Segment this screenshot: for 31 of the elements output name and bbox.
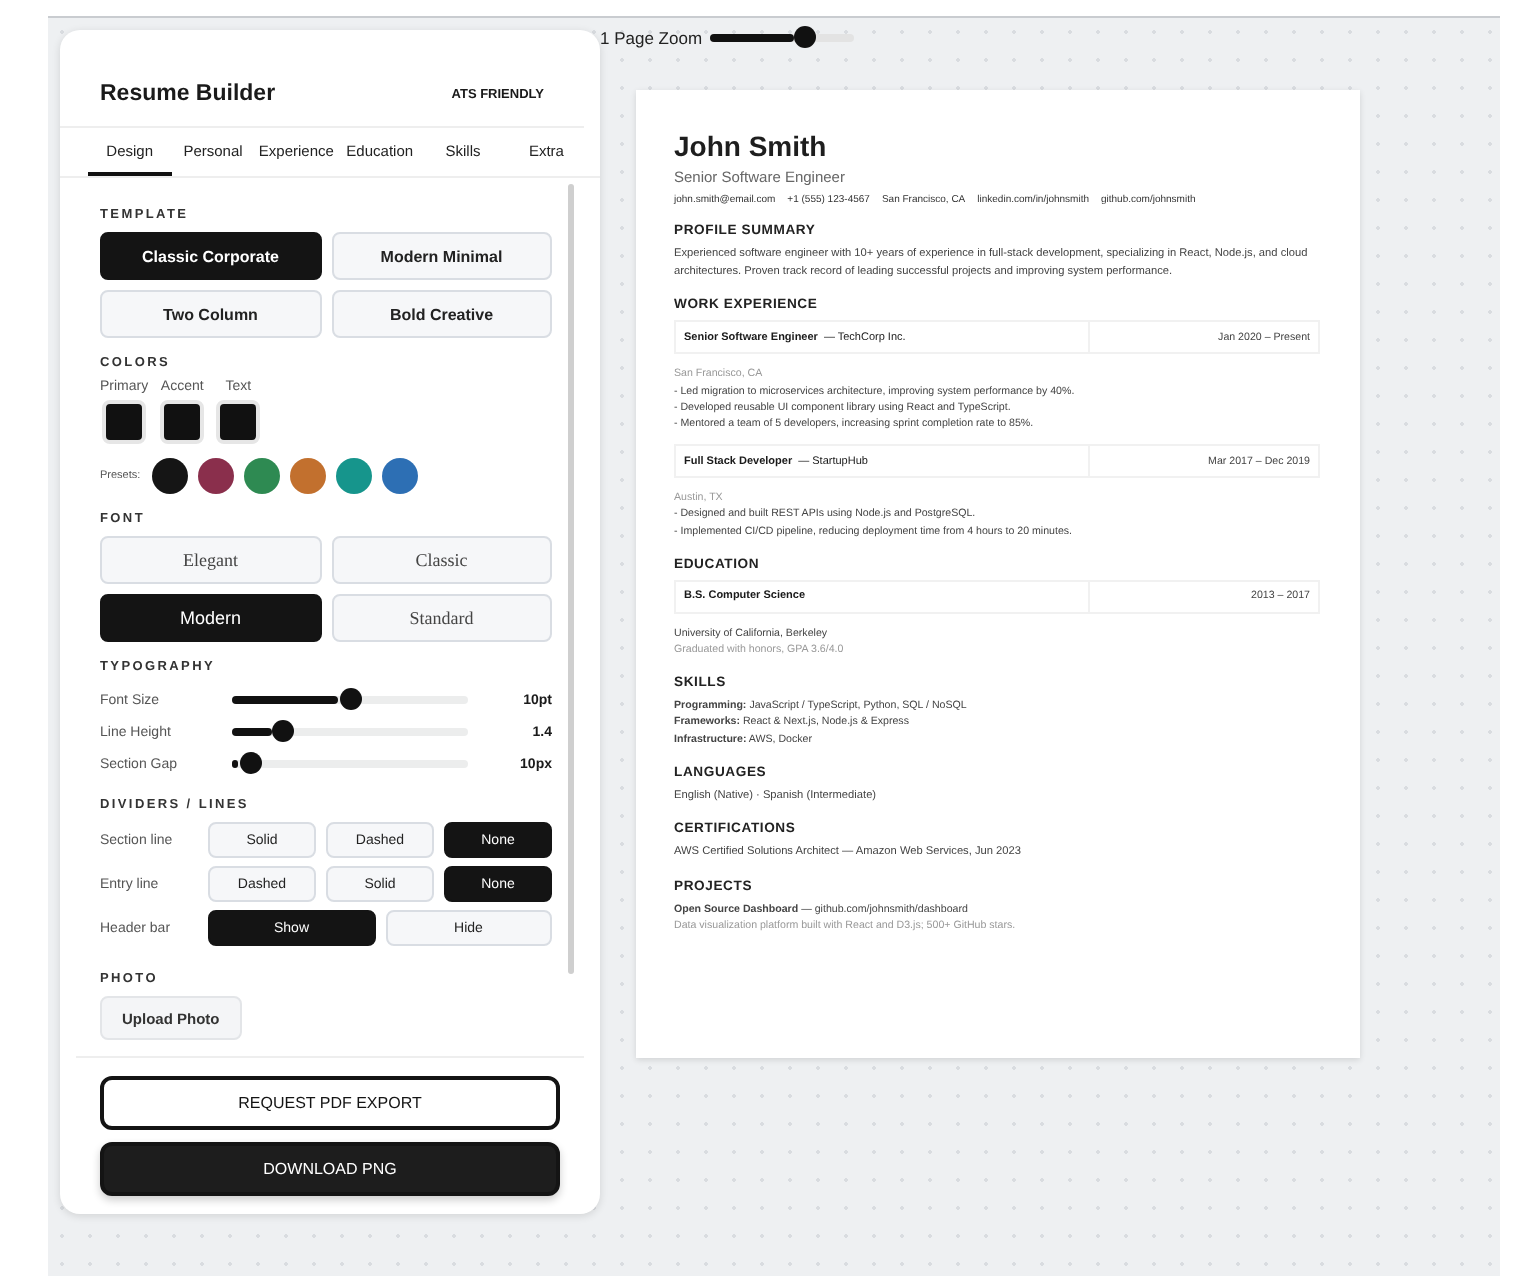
template-option[interactable]: Two Column (100, 290, 321, 338)
zoom-label: 1 Page Zoom (600, 28, 703, 48)
color-swatch[interactable] (216, 400, 261, 444)
preset-dot[interactable] (290, 458, 327, 494)
preset-dot[interactable] (336, 458, 373, 494)
template-option[interactable]: Classic Corporate (100, 232, 321, 280)
slider-thumb[interactable] (339, 688, 361, 710)
slider-thumb[interactable] (794, 26, 817, 48)
preset-dot[interactable] (244, 458, 281, 494)
slider-fill (232, 696, 338, 704)
template-option[interactable]: Modern Minimal (331, 232, 552, 280)
preset-dot[interactable] (382, 458, 419, 494)
export-button[interactable]: REQUEST PDF EXPORT (100, 1076, 560, 1130)
scrollbar-thumb[interactable] (568, 184, 574, 974)
font-option[interactable]: Standard (331, 594, 552, 642)
resume-name: John Smith (674, 130, 829, 162)
slider-thumb[interactable] (272, 720, 295, 742)
preset-dot[interactable] (152, 458, 189, 494)
app-title: Resume Builder (100, 82, 276, 106)
color-swatch[interactable] (102, 400, 147, 444)
download-button[interactable]: DOWNLOAD PNG (100, 1142, 560, 1196)
template-option[interactable]: Bold Creative (331, 290, 552, 338)
slider-fill (232, 728, 272, 736)
slider-fill (232, 760, 239, 768)
font-option[interactable]: Modern (100, 594, 321, 642)
font-option[interactable]: Classic (331, 536, 552, 584)
preset-dot[interactable] (198, 458, 235, 494)
slider-thumb[interactable] (239, 752, 262, 774)
color-swatch[interactable] (160, 400, 205, 444)
font-option[interactable]: Elegant (100, 536, 321, 584)
slider-fill (710, 34, 794, 42)
